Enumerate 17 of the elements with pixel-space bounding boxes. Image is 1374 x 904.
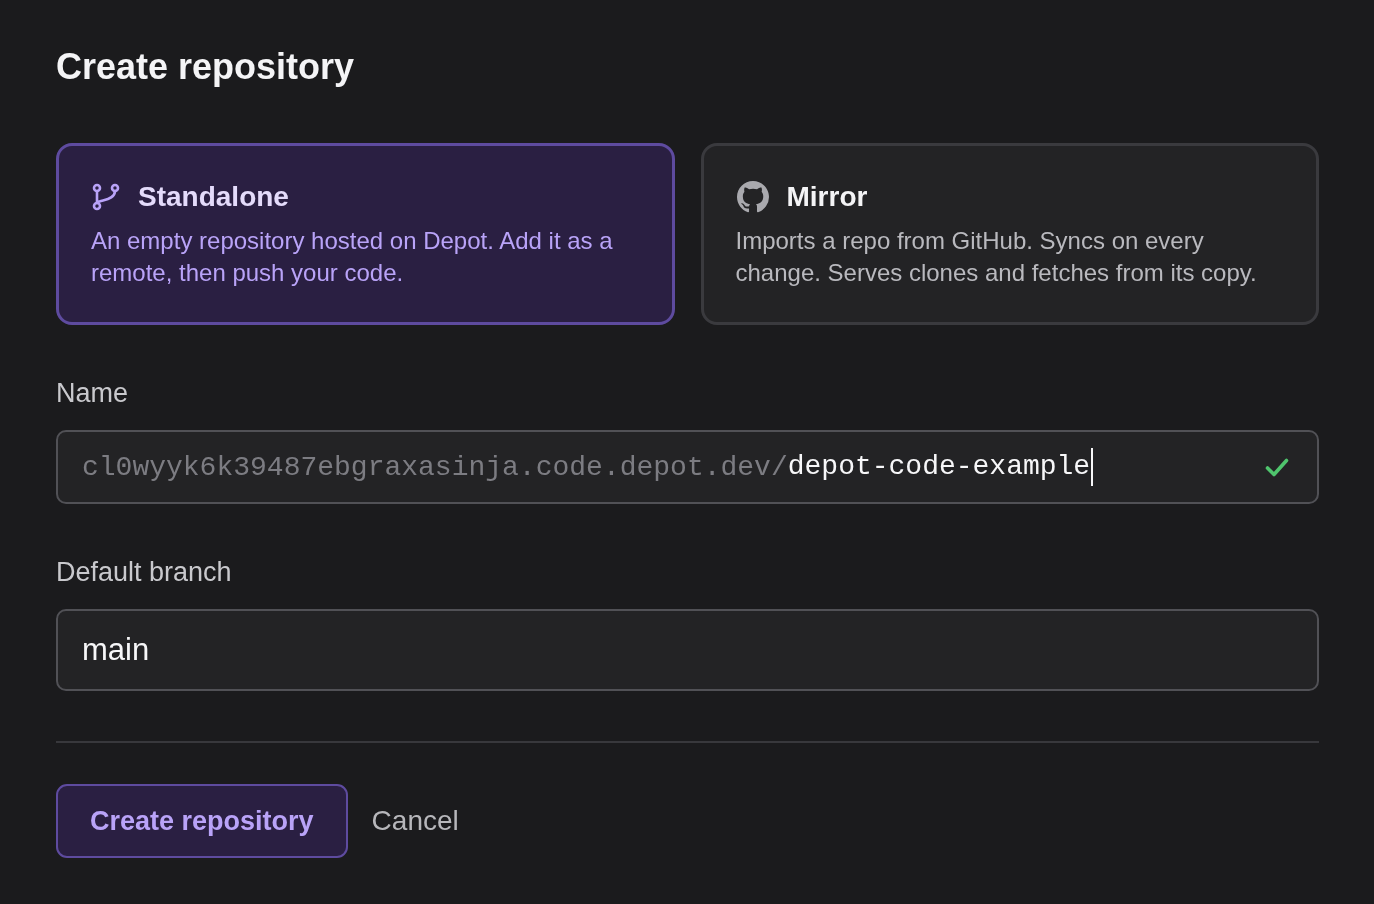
cancel-button[interactable]: Cancel xyxy=(371,805,459,837)
domain-prefix: cl0wyyk6k39487ebgraxasinja.code.depot.dev/ xyxy=(82,451,788,483)
option-description: Imports a repo from GitHub. Syncs on every change. Serves clones and fetches from its copy. xyxy=(735,226,1258,288)
option-description: An empty repository hosted on Depot. Add it as a remote, then push your code. xyxy=(91,226,614,288)
branch-icon xyxy=(92,183,120,211)
branch-input-field[interactable]: main xyxy=(56,609,1319,691)
page-title: Create repository xyxy=(56,46,356,88)
option-card[interactable]: Standalone An empty repository hosted on Depot. Add it as a remote, then push your code. xyxy=(56,143,675,325)
field-value: main xyxy=(82,632,150,668)
name-input-field[interactable]: cl0wyyk6k39487ebgraxasinja.code.depot.dev/depot-code-example xyxy=(56,430,1319,504)
field-label: Name xyxy=(56,378,130,408)
field-label: Default branch xyxy=(56,557,233,587)
option-title: Mirror xyxy=(786,181,868,213)
option-title: Standalone xyxy=(138,181,289,213)
field-value: depot-code-example xyxy=(787,448,1092,486)
option-card[interactable]: Mirror Imports a repo from GitHub. Syncs on every change. Serves clones and fetches from its copy. xyxy=(700,143,1319,325)
create-button[interactable]: Create repository xyxy=(56,784,348,858)
